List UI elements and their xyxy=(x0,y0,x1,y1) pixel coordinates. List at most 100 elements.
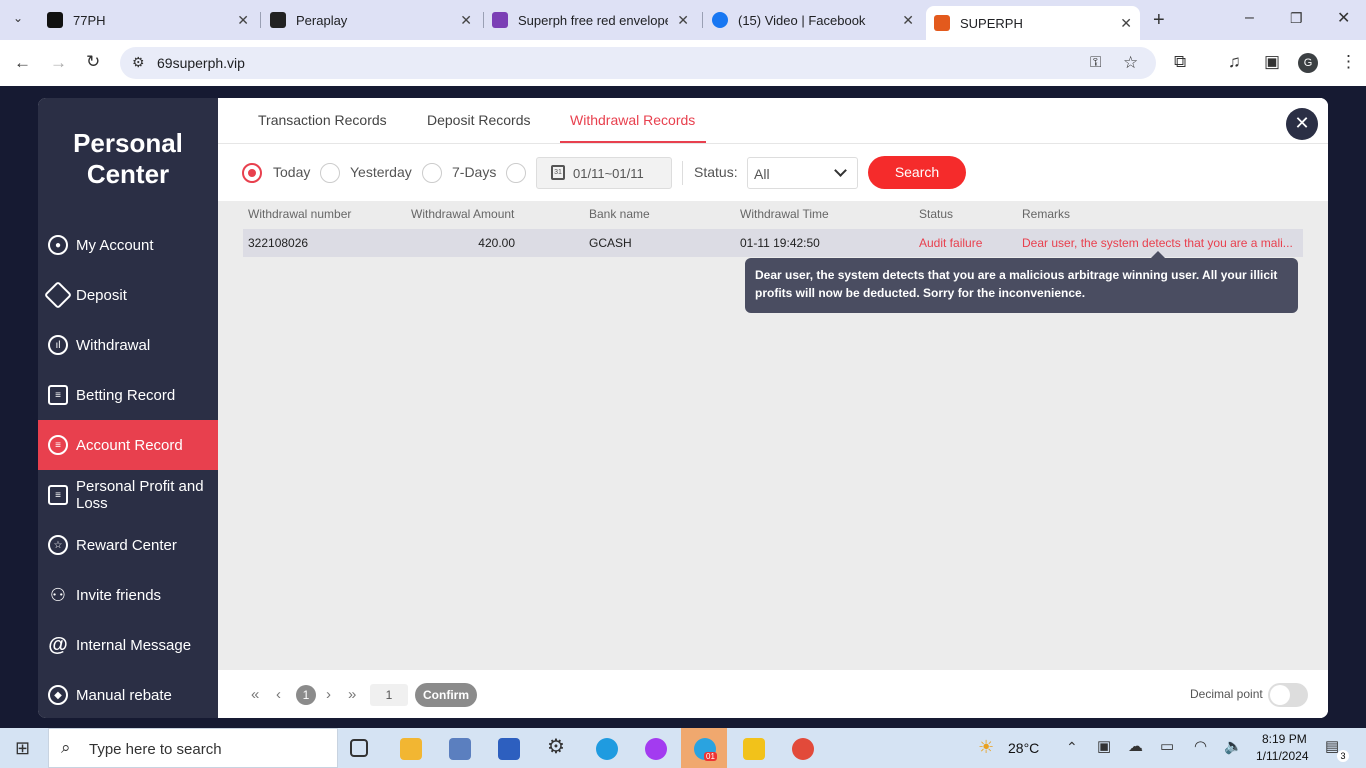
chrome-icon[interactable] xyxy=(792,738,814,760)
sidebar-item-reward-center[interactable]: ☆ Reward Center xyxy=(38,520,218,570)
tab-title: Superph free red envelope f xyxy=(518,12,668,28)
sidebar-item-manual-rebate[interactable]: ◆ Manual rebate xyxy=(38,670,218,718)
date-range-picker[interactable]: 31 01/11~01/11 xyxy=(536,157,672,189)
chevron-down-icon xyxy=(834,164,847,177)
tab-deposit-records[interactable]: Deposit Records xyxy=(427,112,531,128)
current-page[interactable]: 1 xyxy=(296,685,316,705)
people-icon: ⚇ xyxy=(49,584,67,605)
period-radio-today[interactable] xyxy=(242,163,262,183)
new-tab-plus-icon[interactable]: + xyxy=(1153,10,1165,30)
tab-title: (15) Video | Facebook xyxy=(738,12,866,28)
battery-icon[interactable]: ▭ xyxy=(1160,739,1174,754)
search-button[interactable]: Search xyxy=(868,156,966,189)
close-button[interactable]: ✕ xyxy=(1286,108,1318,140)
tab-close-icon[interactable]: ✕ xyxy=(902,12,914,29)
last-page-icon[interactable]: » xyxy=(348,686,356,703)
windows-start-icon[interactable]: ⊞ xyxy=(15,739,30,757)
tab-separator xyxy=(702,12,703,28)
tab-close-icon[interactable]: ✕ xyxy=(677,12,689,29)
extensions-puzzle-icon[interactable]: ⧉ xyxy=(1174,53,1186,70)
browser-tab-strip: ⌄ 77PH ✕ Peraplay ✕ Superph free red env… xyxy=(0,0,1366,40)
menu-dots-icon[interactable]: ⋮ xyxy=(1340,53,1357,70)
forward-arrow-icon[interactable]: → xyxy=(50,54,67,71)
prev-page-icon[interactable]: ‹ xyxy=(276,686,281,703)
sidebar-item-label: Withdrawal xyxy=(76,336,151,354)
sidebar-item-personal-profit-loss[interactable]: ≡ Personal Profit and Loss xyxy=(38,470,218,520)
browser-tab-superph-red-envelope[interactable]: Superph free red envelope f ✕ xyxy=(492,6,697,34)
messenger-icon[interactable] xyxy=(645,738,667,760)
winzip-icon[interactable] xyxy=(743,738,765,760)
browser-tab-superph-active[interactable]: SUPERPH ✕ xyxy=(926,6,1140,40)
address-bar[interactable]: ⚙ 69superph.vip ⚿ ☆ xyxy=(120,47,1156,79)
period-radio-7days[interactable] xyxy=(422,163,442,183)
clock-time[interactable]: 8:19 PM xyxy=(1262,732,1307,746)
key-icon[interactable]: ⚿ xyxy=(1090,55,1101,70)
at-icon: @ xyxy=(48,633,68,656)
cloud-icon[interactable]: ☁ xyxy=(1128,739,1143,754)
media-control-icon[interactable]: ♫ xyxy=(1228,53,1241,70)
browser-tab-77ph[interactable]: 77PH ✕ xyxy=(47,6,257,34)
tab-close-icon[interactable]: ✕ xyxy=(460,12,472,29)
browser-tab-peraplay[interactable]: Peraplay ✕ xyxy=(270,6,480,34)
file-explorer-icon[interactable] xyxy=(400,738,422,760)
tab-list-chevron-icon[interactable]: ⌄ xyxy=(13,12,23,24)
tab-withdrawal-records[interactable]: Withdrawal Records xyxy=(570,112,695,128)
url-text[interactable]: 69superph.vip xyxy=(157,55,245,71)
settings-gear-icon[interactable]: ⚙ xyxy=(547,737,565,757)
site-settings-icon[interactable]: ⚙ xyxy=(132,55,145,69)
decimal-point-toggle[interactable] xyxy=(1268,683,1308,707)
minimize-icon[interactable]: – xyxy=(1245,10,1254,26)
withdrawal-amount: 420.00 xyxy=(478,236,515,250)
remarks-text[interactable]: Dear user, the system detects that you a… xyxy=(1022,236,1293,250)
tab-close-icon[interactable]: ✕ xyxy=(1120,15,1132,32)
sidebar-item-my-account[interactable]: ● My Account xyxy=(38,220,218,270)
edge-browser-icon[interactable] xyxy=(596,738,618,760)
sidebar-item-account-record[interactable]: ≡ Account Record xyxy=(38,420,218,470)
confirm-button[interactable]: Confirm xyxy=(415,683,477,707)
table-row[interactable]: 322108026 420.00 GCASH 01-11 19:42:50 Au… xyxy=(243,229,1303,257)
sidebar-item-deposit[interactable]: Deposit xyxy=(38,270,218,320)
column-header: Withdrawal Amount xyxy=(411,207,515,221)
status-select[interactable]: All xyxy=(747,157,858,189)
restore-icon[interactable]: ❐ xyxy=(1290,11,1303,25)
sidebar-item-label: Betting Record xyxy=(76,386,176,404)
date-range-text: 01/11~01/11 xyxy=(573,166,644,181)
bookmark-star-icon[interactable]: ☆ xyxy=(1123,54,1138,71)
taskbar-search[interactable]: ⌕ Type here to search xyxy=(48,728,338,768)
network-app-icon[interactable] xyxy=(449,738,471,760)
status-label: Status: xyxy=(694,164,738,180)
list-icon: ≡ xyxy=(48,435,68,455)
sidebar-item-betting-record[interactable]: ≡ Betting Record xyxy=(38,370,218,420)
tab-close-icon[interactable]: ✕ xyxy=(237,12,249,29)
sidebar-item-invite-friends[interactable]: ⚇ Invite friends xyxy=(38,570,218,620)
wifi-icon[interactable]: ◠ xyxy=(1194,739,1207,754)
profile-avatar[interactable]: G xyxy=(1298,53,1318,73)
sidebar-item-internal-message[interactable]: @ Internal Message xyxy=(38,620,218,670)
tray-chevron-icon[interactable]: ⌃ xyxy=(1066,740,1078,754)
clock-date[interactable]: 1/11/2024 xyxy=(1256,749,1309,763)
tray-app-icon[interactable]: ▣ xyxy=(1097,739,1111,754)
reload-icon[interactable]: ↻ xyxy=(86,53,100,70)
first-page-icon[interactable]: « xyxy=(251,686,259,703)
sidebar-item-withdrawal[interactable]: ıl Withdrawal xyxy=(38,320,218,370)
tab-separator xyxy=(260,12,261,28)
tab-title: Peraplay xyxy=(296,12,348,28)
browser-toolbar: ← → ↻ ⚙ 69superph.vip ⚿ ☆ ⧉ ♫ ▣ G ⋮ xyxy=(0,40,1366,86)
task-view-icon[interactable] xyxy=(350,739,368,757)
tab-transaction-records[interactable]: Transaction Records xyxy=(258,112,387,128)
column-header: Withdrawal number xyxy=(248,207,352,221)
tab-title: 77PH xyxy=(73,12,106,28)
browser-tab-facebook[interactable]: (15) Video | Facebook ✕ xyxy=(712,6,922,34)
next-page-icon[interactable]: › xyxy=(326,686,331,703)
records-header: Transaction Records Deposit Records With… xyxy=(218,98,1328,201)
period-radio-yesterday[interactable] xyxy=(320,163,340,183)
notification-count: 3 xyxy=(1337,750,1349,762)
volume-icon[interactable]: 🔈 xyxy=(1224,739,1243,754)
back-arrow-icon[interactable]: ← xyxy=(14,54,31,71)
page-number-input[interactable]: 1 xyxy=(370,684,408,706)
star-icon: ☆ xyxy=(48,535,68,555)
period-radio-custom[interactable] xyxy=(506,163,526,183)
store-icon[interactable] xyxy=(498,738,520,760)
window-close-icon[interactable]: ✕ xyxy=(1337,11,1350,27)
side-panel-icon[interactable]: ▣ xyxy=(1264,53,1280,70)
